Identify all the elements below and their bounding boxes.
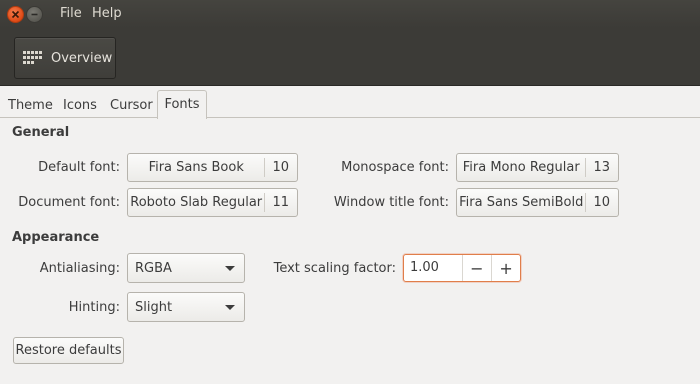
document-font-label: Document font: xyxy=(18,195,120,210)
overview-button[interactable]: Overview xyxy=(14,37,116,79)
dropdown-arrow-icon xyxy=(225,265,235,271)
general-heading: General xyxy=(12,125,70,140)
increase-button[interactable]: + xyxy=(491,255,520,281)
monospace-font-label: Monospace font: xyxy=(341,160,449,175)
tab-theme[interactable]: Theme xyxy=(8,96,53,118)
antialiasing-value: RGBA xyxy=(135,260,172,276)
tab-bar xyxy=(0,86,700,118)
monospace-font-name: Fira Mono Regular xyxy=(462,160,580,175)
default-font-button[interactable]: Fira Sans Book 10 xyxy=(127,153,298,182)
appearance-heading: Appearance xyxy=(12,230,100,245)
hinting-combo[interactable]: Slight xyxy=(127,292,245,322)
monospace-font-button[interactable]: Fira Mono Regular 13 xyxy=(456,153,619,182)
hinting-value: Slight xyxy=(135,299,173,315)
close-window-button[interactable] xyxy=(7,6,24,23)
default-font-label: Default font: xyxy=(38,160,120,175)
window-title-font-button[interactable]: Fira Sans SemiBold 10 xyxy=(456,188,619,217)
dropdown-arrow-icon xyxy=(225,304,235,310)
overview-label: Overview xyxy=(51,50,113,66)
default-font-name: Fira Sans Book xyxy=(148,160,244,175)
close-icon xyxy=(11,10,20,19)
tab-cursor[interactable]: Cursor xyxy=(110,96,153,118)
antialiasing-combo[interactable]: RGBA xyxy=(127,253,245,283)
default-font-size: 10 xyxy=(272,160,289,175)
antialiasing-label: Antialiasing: xyxy=(39,261,120,276)
menu-help[interactable]: Help xyxy=(92,6,122,21)
text-scaling-label: Text scaling factor: xyxy=(273,261,396,276)
text-scaling-input[interactable]: 1.00 xyxy=(404,255,463,281)
window-title-font-label: Window title font: xyxy=(333,195,449,210)
grid-icon xyxy=(23,51,42,65)
tab-fonts-label: Fonts xyxy=(164,97,200,112)
document-font-button[interactable]: Roboto Slab Regular 11 xyxy=(127,188,298,217)
decrease-button[interactable]: − xyxy=(463,255,492,281)
monospace-font-size: 13 xyxy=(593,160,610,175)
text-scaling-spinbutton: 1.00 − + xyxy=(403,254,521,282)
tab-divider xyxy=(0,117,700,118)
menu-file[interactable]: File xyxy=(60,6,82,21)
hinting-label: Hinting: xyxy=(68,300,120,315)
document-font-size: 11 xyxy=(272,195,289,210)
window-title-font-name: Fira Sans SemiBold xyxy=(459,195,584,210)
restore-defaults-button[interactable]: Restore defaults xyxy=(13,337,124,364)
minimize-window-button[interactable] xyxy=(26,6,43,23)
header-bar: File Help Overview xyxy=(0,0,700,86)
tab-fonts[interactable]: Fonts xyxy=(157,90,207,119)
window-title-font-size: 10 xyxy=(593,195,610,210)
document-font-name: Roboto Slab Regular xyxy=(130,195,263,210)
tab-icons[interactable]: Icons xyxy=(63,96,97,118)
minimize-icon xyxy=(31,13,38,16)
